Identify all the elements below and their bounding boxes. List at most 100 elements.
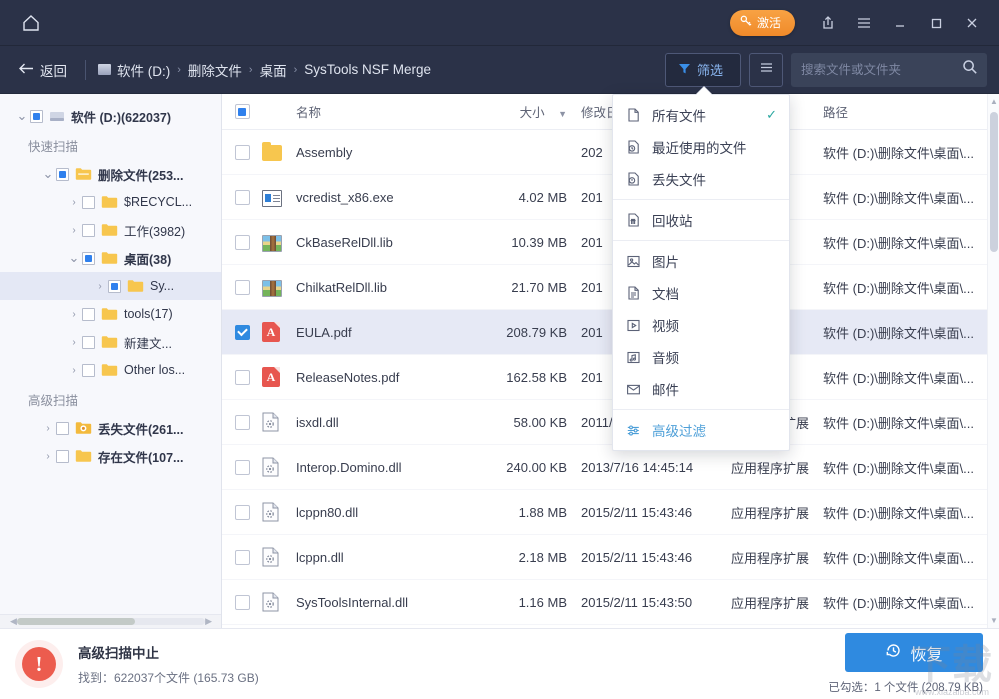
tree-item[interactable]: ›$RECYCL... <box>0 188 221 216</box>
maximize-icon[interactable] <box>919 6 953 40</box>
close-icon[interactable] <box>955 6 989 40</box>
back-button[interactable]: 返回 <box>12 56 73 84</box>
row-checkbox-cell[interactable] <box>222 325 262 340</box>
dropdown-item[interactable]: 音频 <box>613 341 789 373</box>
scroll-down-arrow-icon[interactable]: ▼ <box>990 616 998 625</box>
dropdown-item[interactable]: 最近使用的文件 <box>613 131 789 163</box>
dropdown-item[interactable]: 文档 <box>613 277 789 309</box>
dropdown-item[interactable]: 所有文件✓ <box>613 99 789 131</box>
tree-item-checkbox[interactable] <box>82 336 95 349</box>
recover-button[interactable]: 恢复 <box>845 633 983 672</box>
dropdown-item[interactable]: 回收站 <box>613 204 789 236</box>
chevron-right-icon[interactable]: › <box>66 222 82 238</box>
chevron-down-icon[interactable]: ⌄ <box>40 166 56 182</box>
tree-item[interactable]: ›工作(3982) <box>0 216 221 244</box>
tree-item[interactable]: ›新建文... <box>0 328 221 356</box>
table-row[interactable]: vcredist_x86.exe4.02 MB201软件 (D:)\删除文件\桌… <box>222 175 999 220</box>
table-row[interactable]: SysToolsInternal.dll1.16 MB2015/2/11 15:… <box>222 580 999 625</box>
tree-item[interactable]: ⌄删除文件(253... <box>0 160 221 188</box>
table-row[interactable]: lcppn.dll2.18 MB2015/2/11 15:43:46应用程序扩展… <box>222 535 999 580</box>
chevron-right-icon[interactable]: › <box>66 334 82 350</box>
vertical-scrollbar-thumb[interactable] <box>990 112 998 252</box>
chevron-right-icon[interactable]: › <box>66 194 82 210</box>
home-icon[interactable] <box>8 0 54 46</box>
search-input[interactable] <box>801 63 962 77</box>
row-checkbox[interactable] <box>235 595 250 610</box>
row-checkbox-cell[interactable] <box>222 505 262 520</box>
row-checkbox[interactable] <box>235 550 250 565</box>
sidebar-horizontal-scrollbar[interactable]: ◀ ▶ <box>0 614 222 628</box>
minimize-icon[interactable] <box>883 6 917 40</box>
tree-item-checkbox[interactable] <box>56 450 69 463</box>
tree-item-checkbox[interactable] <box>108 280 121 293</box>
row-checkbox[interactable] <box>235 370 250 385</box>
tree-item-checkbox[interactable] <box>56 168 69 181</box>
tree-item[interactable]: ›存在文件(107... <box>0 442 221 470</box>
tree-item[interactable]: ›Sy... <box>0 272 221 300</box>
scroll-right-arrow-icon[interactable]: ▶ <box>205 616 212 627</box>
view-mode-button[interactable] <box>749 53 783 87</box>
chevron-right-icon[interactable]: › <box>66 362 82 378</box>
row-checkbox-cell[interactable] <box>222 550 262 565</box>
chevron-right-icon[interactable]: › <box>92 278 108 294</box>
breadcrumb-item-3[interactable]: SysTools NSF Merge <box>304 62 431 77</box>
column-header-size[interactable]: 大小 ▼ <box>459 102 581 121</box>
share-icon[interactable] <box>811 6 845 40</box>
chevron-right-icon[interactable]: › <box>66 306 82 322</box>
row-checkbox-cell[interactable] <box>222 190 262 205</box>
chevron-down-icon[interactable]: ⌄ <box>14 108 30 124</box>
row-checkbox-cell[interactable] <box>222 145 262 160</box>
row-checkbox-cell[interactable] <box>222 235 262 250</box>
scrollbar-track[interactable] <box>17 618 205 625</box>
dropdown-item[interactable]: 高级过滤 <box>613 414 789 446</box>
row-checkbox-cell[interactable] <box>222 460 262 475</box>
row-checkbox[interactable] <box>235 145 250 160</box>
dropdown-item[interactable]: 邮件 <box>613 373 789 405</box>
row-checkbox[interactable] <box>235 235 250 250</box>
tree-item[interactable]: ›丢失文件(261... <box>0 414 221 442</box>
chevron-right-icon[interactable]: › <box>40 420 56 436</box>
row-checkbox-cell[interactable] <box>222 280 262 295</box>
tree-item-checkbox[interactable] <box>82 364 95 377</box>
table-row[interactable]: AEULA.pdf208.79 KB201软件 (D:)\删除文件\桌面\... <box>222 310 999 355</box>
tree-item-checkbox[interactable] <box>82 224 95 237</box>
scroll-left-arrow-icon[interactable]: ◀ <box>10 616 17 627</box>
dropdown-item[interactable]: 图片 <box>613 245 789 277</box>
dropdown-item[interactable]: 丢失文件 <box>613 163 789 195</box>
row-checkbox[interactable] <box>235 505 250 520</box>
column-header-name[interactable]: 名称 <box>296 102 459 121</box>
row-checkbox-cell[interactable] <box>222 415 262 430</box>
select-all-checkbox-cell[interactable] <box>222 104 262 119</box>
tree-item[interactable]: ⌄桌面(38) <box>0 244 221 272</box>
select-all-checkbox[interactable] <box>235 104 250 119</box>
tree-item[interactable]: ›tools(17) <box>0 300 221 328</box>
scrollbar-thumb[interactable] <box>17 618 136 625</box>
row-checkbox[interactable] <box>235 325 250 340</box>
table-row[interactable]: Assembly202软件 (D:)\删除文件\桌面\... <box>222 130 999 175</box>
tree-item-checkbox[interactable] <box>30 110 43 123</box>
tree-item[interactable]: ›Other los... <box>0 356 221 384</box>
search-box[interactable] <box>791 53 987 87</box>
tree-item-checkbox[interactable] <box>82 196 95 209</box>
table-row[interactable]: Interop.Domino.dll240.00 KB2013/7/16 14:… <box>222 445 999 490</box>
tree-item[interactable]: ⌄软件 (D:)(622037) <box>0 102 221 130</box>
row-checkbox-cell[interactable] <box>222 370 262 385</box>
sort-descending-caret-icon[interactable]: ▼ <box>558 109 567 119</box>
row-checkbox[interactable] <box>235 415 250 430</box>
column-header-path[interactable]: 路径 <box>823 102 999 121</box>
chevron-right-icon[interactable]: › <box>40 448 56 464</box>
table-row[interactable]: lcppn80.dll1.88 MB2015/2/11 15:43:46应用程序… <box>222 490 999 535</box>
hamburger-icon[interactable] <box>847 6 881 40</box>
row-checkbox[interactable] <box>235 280 250 295</box>
breadcrumb-item-2[interactable]: 桌面 <box>260 60 287 80</box>
table-row[interactable]: AReleaseNotes.pdf162.58 KB201软件 (D:)\删除文… <box>222 355 999 400</box>
table-row[interactable]: ChilkatRelDll.lib21.70 MB201软件 (D:)\删除文件… <box>222 265 999 310</box>
tree-item-checkbox[interactable] <box>82 252 95 265</box>
row-checkbox-cell[interactable] <box>222 595 262 610</box>
search-icon[interactable] <box>962 59 978 80</box>
breadcrumb-item-0[interactable]: 软件 (D:) <box>98 60 170 80</box>
table-row[interactable]: CkBaseRelDll.lib10.39 MB201软件 (D:)\删除文件\… <box>222 220 999 265</box>
file-list-vertical-scrollbar[interactable]: ▲ ▼ <box>987 94 999 628</box>
breadcrumb-item-1[interactable]: 删除文件 <box>188 60 242 80</box>
activate-button[interactable]: 激活 <box>730 10 795 36</box>
